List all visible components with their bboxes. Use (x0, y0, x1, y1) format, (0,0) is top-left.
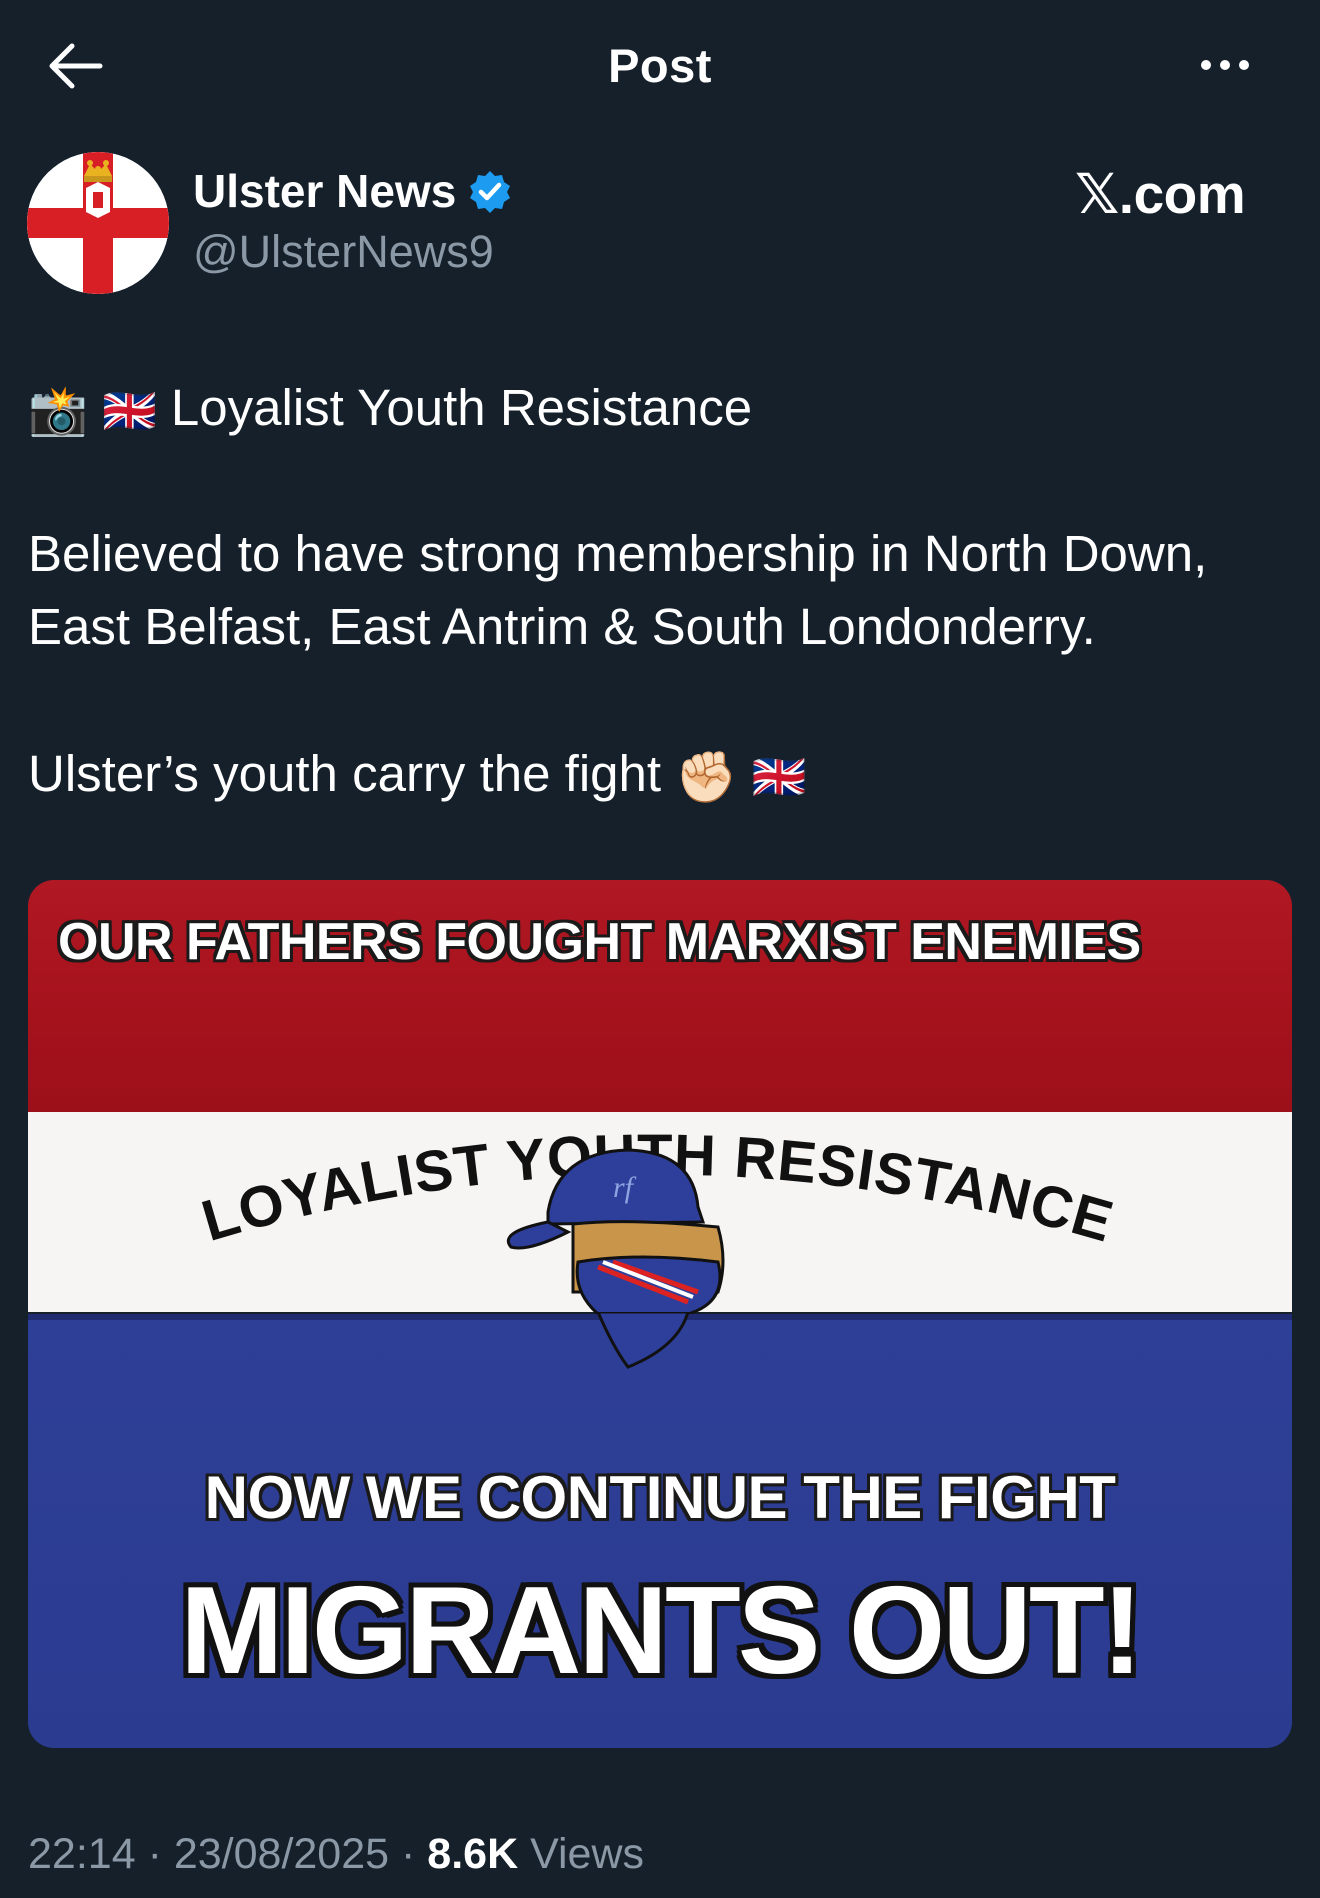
post-headline: Loyalist Youth Resistance (170, 379, 753, 436)
uk-flag-icon: 🇬🇧 (751, 753, 807, 803)
ulster-flag-icon (27, 152, 169, 294)
more-button[interactable] (1185, 40, 1265, 90)
image-bottom-text: MIGRANTS OUT! (180, 1562, 1143, 1700)
page-title: Post (608, 39, 712, 92)
post-paragraph-3: Ulster’s youth carry the fight ✊🏻 🇬🇧 (28, 737, 806, 814)
post-paragraph-3-text: Ulster’s youth carry the fight (28, 745, 662, 802)
author-handle[interactable]: @UlsterNews9 (193, 226, 494, 278)
image-emblem: LOYALIST YOUTH RESISTANCE rf (195, 1122, 1120, 1314)
post-line-1: 📸 🇬🇧 Loyalist Youth Resistance (28, 371, 752, 448)
post-date: 23/08/2025 (173, 1830, 390, 1878)
author-name-row[interactable]: Ulster News (193, 164, 512, 218)
raised-fist-icon: ✊🏻 (675, 749, 738, 806)
camera-flash-icon: 📸 (28, 385, 88, 439)
views-count[interactable]: 8.6K (427, 1830, 518, 1878)
uk-flag-icon: 🇬🇧 (101, 387, 157, 437)
post-paragraph-2-line-2: East Belfast, East Antrim & South London… (28, 598, 1096, 655)
post-image[interactable]: OUR FATHERS FOUGHT MARXIST ENEMIES LOYAL… (28, 880, 1292, 1748)
image-emblem-lower (596, 1312, 690, 1369)
avatar[interactable] (27, 152, 169, 294)
verified-badge-icon (470, 171, 511, 213)
top-bar: Post (0, 0, 1320, 130)
post-paragraph-2-line-1: Believed to have strong membership in No… (28, 525, 1208, 582)
post-time: 22:14 (28, 1830, 136, 1878)
more-horizontal-icon (1201, 60, 1211, 70)
image-top-text: OUR FATHERS FOUGHT MARXIST ENEMIES (58, 913, 1141, 971)
post-meta: 22:14 · 23/08/2025 · 8.6K Views (28, 1830, 645, 1878)
x-watermark: 𝕏.com (1075, 163, 1246, 225)
image-middle-text: NOW WE CONTINUE THE FIGHT (204, 1464, 1116, 1531)
author-name[interactable]: Ulster News (193, 164, 456, 218)
views-label[interactable]: Views (530, 1830, 644, 1878)
